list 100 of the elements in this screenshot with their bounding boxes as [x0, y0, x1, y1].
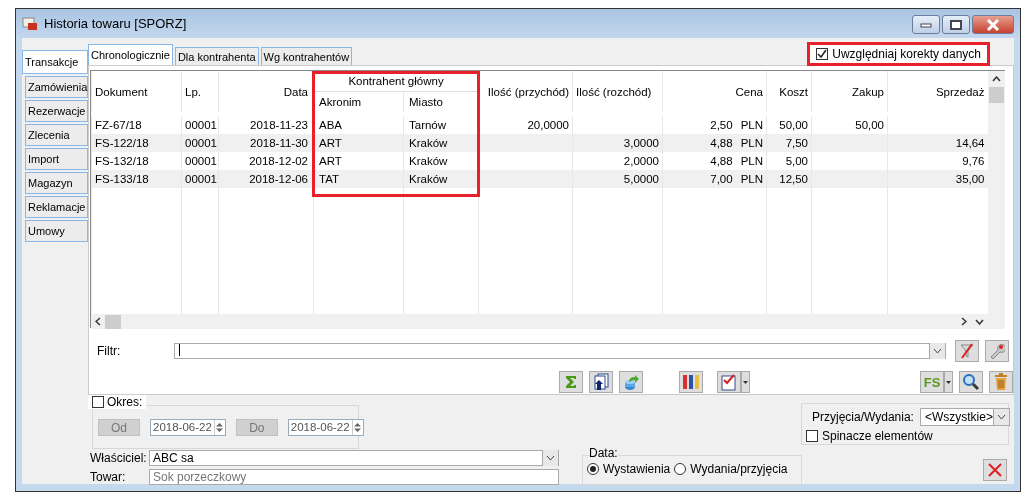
table-cell: 12,50 [766, 170, 812, 188]
table-cell: 2018-11-30 [218, 134, 314, 152]
chevron-down-icon [933, 348, 942, 354]
table-cell: 35,00 [887, 170, 988, 188]
table-cell: 14,64 [887, 134, 988, 152]
side-tab[interactable]: Zlecenia [25, 124, 88, 146]
table-cell: FS-122/18 [91, 134, 182, 152]
side-tab[interactable]: Zamówienia [25, 76, 88, 98]
close-button[interactable] [983, 459, 1007, 481]
clear-filter-button[interactable] [955, 340, 979, 362]
checkbox[interactable] [816, 48, 829, 60]
app-icon [22, 16, 38, 31]
tab[interactable]: Chronologicznie [88, 44, 173, 65]
dropdown-button[interactable] [741, 371, 750, 393]
currency-cell: PLN [740, 155, 763, 167]
import-icon [592, 373, 610, 391]
column-header[interactable]: Cena [662, 71, 767, 112]
table-cell: 7,00 [710, 173, 733, 185]
radio-label: Wystawienia [603, 462, 671, 476]
side-tab[interactable]: Import [25, 148, 88, 170]
tab[interactable]: Dla kontrahenta [174, 47, 259, 65]
table-cell: 5,0000 [572, 170, 663, 188]
column-header[interactable]: Data [218, 71, 314, 112]
column-group-header: Kontrahent główny [313, 71, 479, 92]
window-title: Historia towaru [SPORZ] [44, 16, 188, 31]
column-header[interactable]: Dokument [91, 71, 182, 112]
search-icon [962, 373, 980, 391]
scroll-thumb[interactable] [988, 87, 1004, 103]
close-button[interactable] [972, 15, 1014, 34]
filter-label: Filtr: [97, 344, 122, 358]
side-tab[interactable]: Umowy [25, 220, 88, 242]
checkbox-label: Okres: [107, 395, 143, 409]
table-cell: FS-133/18 [91, 170, 182, 188]
radio-button[interactable] [587, 463, 599, 475]
chevron-up-icon[interactable] [991, 76, 1001, 82]
currency-cell: PLN [740, 137, 763, 149]
column-header[interactable]: Lp. [181, 71, 219, 112]
table-cell: 00001 [181, 134, 219, 152]
filter-settings-button[interactable] [985, 340, 1009, 362]
owner-field[interactable]: ABC sa [149, 450, 559, 466]
search-button[interactable] [959, 371, 983, 393]
column-header[interactable]: Koszt [766, 71, 812, 112]
chevron-down-icon[interactable] [974, 318, 984, 325]
side-tab[interactable]: Transakcje [22, 50, 88, 74]
currency-cell: PLN [740, 173, 763, 185]
caret-icon [946, 380, 951, 384]
minimize-button[interactable] [912, 15, 940, 34]
side-tab[interactable]: Magazyn [25, 172, 88, 194]
date-field[interactable]: 2018-06-22 [287, 419, 364, 436]
spinner-icon[interactable] [216, 422, 224, 433]
side-tab[interactable]: Reklamacje [25, 196, 88, 218]
check-button[interactable] [717, 371, 741, 393]
binders-icon [681, 373, 701, 391]
column-header[interactable]: Sprzedaż [887, 71, 988, 112]
field-label: Towar: [90, 470, 127, 484]
field-label: Właściciel: [90, 451, 148, 465]
check-icon [720, 373, 738, 391]
vertical-scrollbar[interactable] [987, 71, 1005, 329]
binders-button[interactable] [679, 371, 703, 393]
side-tab[interactable]: Rezerwacje [25, 100, 88, 122]
spinner-icon[interactable] [354, 422, 362, 433]
maximize-icon [950, 19, 962, 30]
direction-select[interactable]: <Wszystkie> [919, 408, 1010, 426]
column-header[interactable]: Akronim [313, 91, 404, 112]
maximize-button[interactable] [942, 15, 970, 34]
group-label: Data: [589, 446, 618, 460]
table-cell: 00001 [181, 170, 219, 188]
scroll-thumb[interactable] [105, 314, 121, 329]
table-cell: TAT [313, 170, 404, 188]
delete-icon [993, 373, 1009, 391]
column-header[interactable]: Ilość (rozchód) [572, 71, 663, 112]
column-header[interactable]: Zakup [811, 71, 888, 112]
import-button[interactable] [589, 371, 613, 393]
clear-filter-icon [959, 343, 975, 359]
close-icon [986, 18, 1000, 31]
radio-label: Wydania/przyjęcia [690, 462, 788, 476]
dropdown-button[interactable] [944, 371, 953, 393]
filter-field[interactable] [174, 343, 946, 359]
column-header[interactable]: Miasto [403, 91, 479, 112]
chevron-down-icon [546, 455, 555, 461]
checkbox[interactable] [806, 430, 818, 442]
chevron-down-icon [996, 414, 1006, 420]
sum-button[interactable] [559, 371, 583, 393]
field-label: Przyjęcia/Wydania: [812, 410, 914, 424]
chevron-right-icon[interactable] [960, 317, 967, 326]
radio-button[interactable] [674, 463, 687, 475]
sum-icon [563, 374, 579, 390]
filter-settings-icon [989, 343, 1005, 359]
table-cell: 3,0000 [572, 134, 663, 152]
export-button[interactable] [619, 371, 643, 393]
table-cell: 2018-12-06 [218, 170, 314, 188]
checkbox-label: Spinacze elementów [822, 429, 933, 443]
checkbox[interactable] [92, 396, 104, 408]
column-header[interactable]: Ilość (przychód) [478, 71, 573, 112]
caret-icon [743, 380, 748, 384]
chevron-left-icon[interactable] [95, 317, 101, 326]
tab[interactable]: Wg kontrahentów [260, 47, 353, 65]
table-cell: 4,88 [710, 155, 733, 167]
date-field[interactable]: 2018-06-22 [150, 419, 226, 436]
horizontal-scrollbar[interactable] [91, 314, 988, 329]
